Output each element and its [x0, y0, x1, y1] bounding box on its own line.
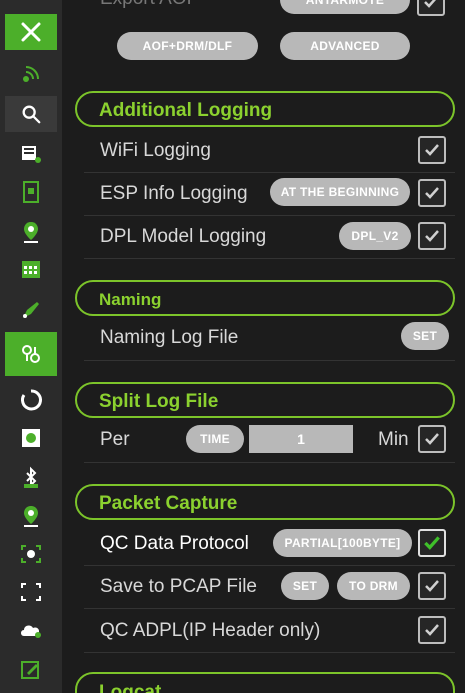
section-logcat: Logcat: [75, 672, 455, 693]
edit-tag-icon[interactable]: [5, 292, 57, 328]
qc-data-protocol-button[interactable]: PARTIAL[100BYTE]: [273, 529, 412, 557]
network-stats-icon[interactable]: [5, 136, 57, 172]
pcap-to-drm-button[interactable]: TO DRM: [337, 572, 410, 600]
qc-adpl-label: QC ADPL(IP Header only): [100, 620, 321, 641]
split-value-input[interactable]: 1: [249, 425, 353, 453]
qc-adpl-checkbox[interactable]: [418, 616, 446, 644]
aof-drm-dlf-button[interactable]: AOF+DRM/DLF: [117, 32, 258, 60]
section-split-log-file: Split Log File: [75, 382, 455, 418]
section-packet-capture: Packet Capture: [75, 484, 455, 520]
calendar-icon[interactable]: [5, 251, 57, 287]
search-icon[interactable]: [5, 96, 57, 132]
split-unit-label: Min: [378, 429, 409, 450]
save-pcap-checkbox[interactable]: [418, 572, 446, 600]
section-title: Additional Logging: [99, 100, 273, 121]
signal-icon[interactable]: [5, 55, 57, 91]
split-log-checkbox[interactable]: [418, 425, 446, 453]
circle-loading-icon[interactable]: [5, 382, 57, 418]
divider: [84, 360, 455, 361]
bluetooth-icon[interactable]: [5, 460, 57, 496]
export-aof-button[interactable]: ANTARMOTE: [280, 0, 410, 14]
camera-icon[interactable]: [5, 536, 57, 572]
wifi-logging-checkbox[interactable]: [418, 136, 446, 164]
section-additional-logging: Additional Logging: [75, 91, 455, 127]
dpl-model-logging-checkbox[interactable]: [418, 222, 446, 250]
section-title: Packet Capture: [99, 493, 238, 514]
naming-log-file-label: Naming Log File: [100, 327, 239, 348]
dpl-version-button[interactable]: DPL_V2: [339, 222, 411, 250]
split-per-label: Per: [100, 429, 130, 450]
esp-info-logging-checkbox[interactable]: [418, 179, 446, 207]
divider: [84, 215, 455, 216]
wifi-logging-label: WiFi Logging: [100, 140, 211, 161]
location-icon[interactable]: [5, 498, 57, 534]
note-edit-icon[interactable]: [5, 652, 57, 688]
qc-data-protocol-label: QC Data Protocol: [100, 533, 249, 554]
section-title: Naming: [99, 290, 162, 309]
pcap-set-button[interactable]: SET: [281, 572, 329, 600]
divider: [84, 172, 455, 173]
expand-icon[interactable]: [5, 574, 57, 610]
divider: [84, 258, 455, 259]
divider: [84, 608, 455, 609]
split-time-button[interactable]: TIME: [186, 425, 244, 453]
divider: [84, 652, 455, 653]
advanced-button[interactable]: ADVANCED: [280, 32, 410, 60]
hand-settings-icon[interactable]: [5, 332, 57, 376]
naming-set-button[interactable]: SET: [401, 322, 449, 350]
sidebar: [0, 0, 62, 693]
cloud-icon[interactable]: [5, 612, 57, 648]
tools-icon[interactable]: [5, 14, 57, 50]
document-icon[interactable]: [5, 174, 57, 210]
section-title: Split Log File: [99, 391, 219, 412]
divider: [84, 462, 455, 463]
export-aof-label: Export AOF: [100, 0, 198, 10]
export-aof-checkbox[interactable]: [417, 0, 445, 16]
section-title: Logcat: [99, 682, 162, 693]
esp-timing-button[interactable]: AT THE BEGINNING: [270, 178, 410, 206]
section-naming: Naming: [75, 280, 455, 316]
map-pin-icon[interactable]: [5, 214, 57, 250]
esp-info-logging-label: ESP Info Logging: [100, 183, 248, 204]
record-icon[interactable]: [5, 420, 57, 456]
qc-data-protocol-checkbox[interactable]: [418, 529, 446, 557]
save-pcap-label: Save to PCAP File: [100, 576, 258, 597]
divider: [84, 565, 455, 566]
dpl-model-logging-label: DPL Model Logging: [100, 226, 267, 247]
settings-panel: Export AOF ANTARMOTE AOF+DRM/DLF ADVANCE…: [62, 0, 465, 693]
